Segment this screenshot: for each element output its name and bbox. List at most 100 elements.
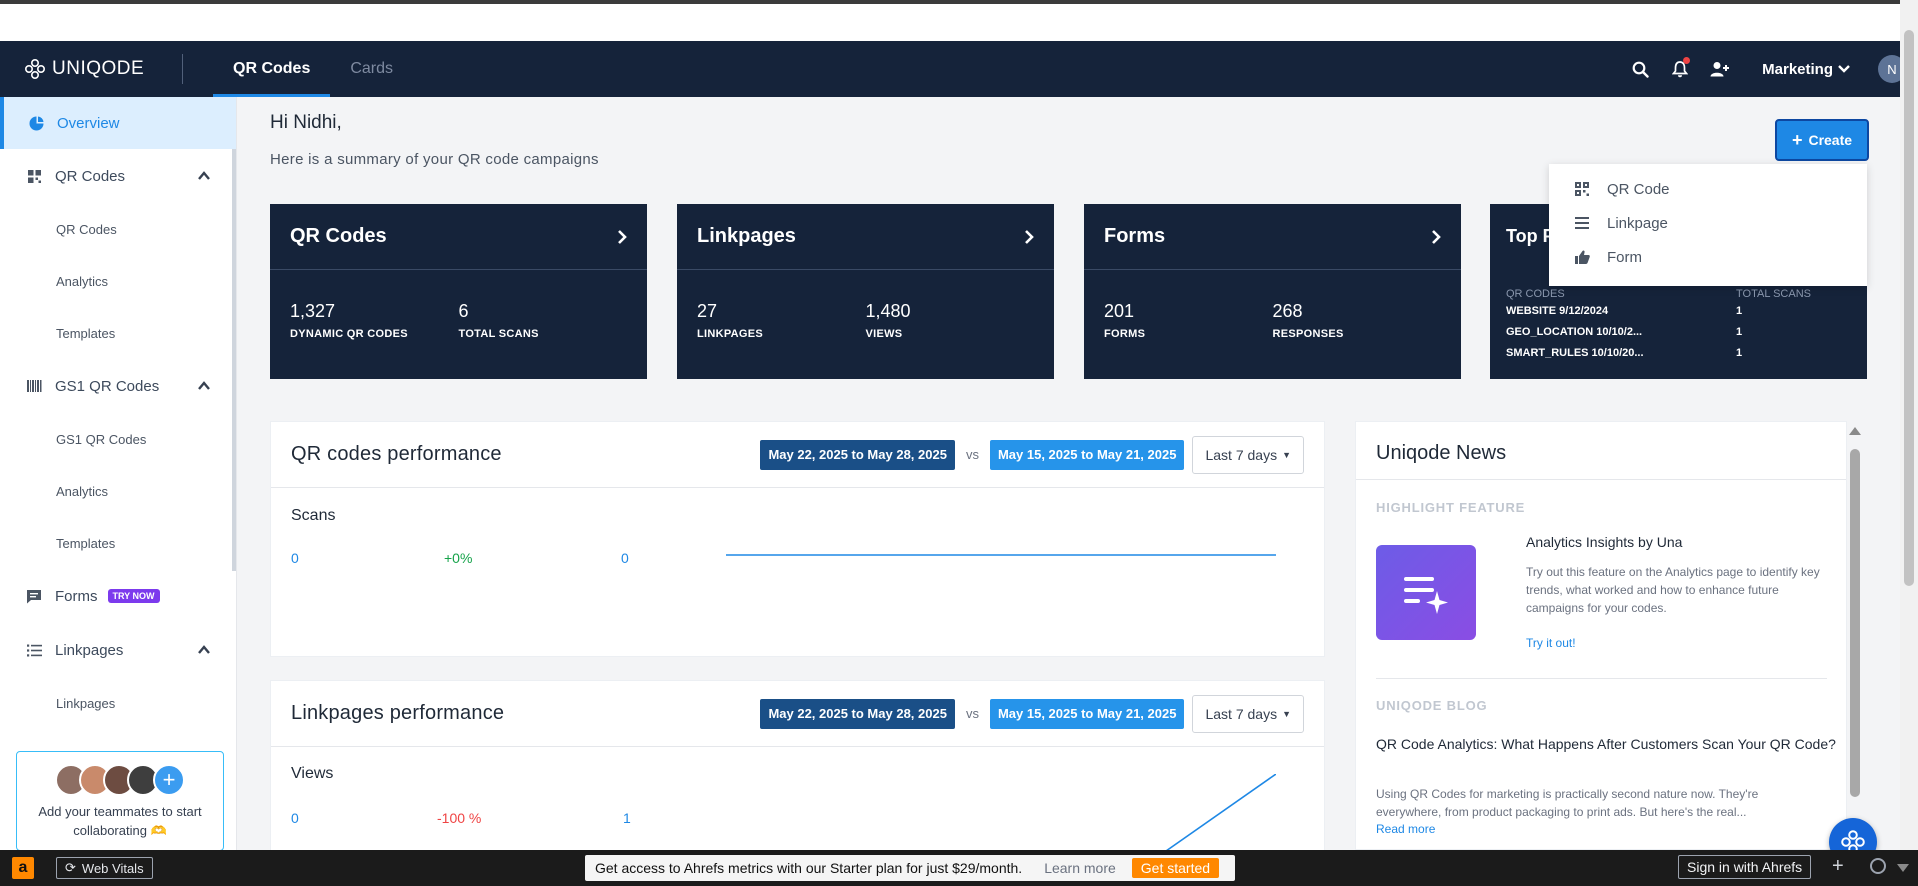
menu-item-form[interactable]: Form xyxy=(1549,240,1867,274)
sidebar-subitem-gs1-qr-codes[interactable]: GS1 QR Codes xyxy=(0,413,236,465)
get-started-button[interactable]: Get started xyxy=(1131,858,1220,878)
news-scrollbar-thumb[interactable] xyxy=(1850,449,1860,797)
metric-current-value: 0 xyxy=(291,550,299,566)
news-title: Uniqode News xyxy=(1376,442,1507,464)
page-scrollbar[interactable] xyxy=(1900,0,1918,850)
tab-cards[interactable]: Cards xyxy=(330,41,413,97)
chevron-right-icon[interactable] xyxy=(617,229,627,245)
chevron-up-icon[interactable] xyxy=(198,380,210,392)
previous-date-range[interactable]: May 15, 2025 to May 21, 2025 xyxy=(989,698,1185,729)
plus-icon: + xyxy=(1791,129,1803,150)
stat-value: 6 xyxy=(458,301,469,321)
menu-item-label: Form xyxy=(1607,248,1642,266)
tab-qr-codes[interactable]: QR Codes xyxy=(213,41,331,97)
add-teammate-icon[interactable]: + xyxy=(153,764,185,796)
create-button-label: Create xyxy=(1808,132,1853,148)
search-icon[interactable] xyxy=(1620,41,1660,97)
stat-label: LINKPAGES xyxy=(697,328,764,340)
views-trend-chart xyxy=(1165,774,1276,851)
qr-grid-icon xyxy=(1573,180,1591,198)
web-vitals-label: Web Vitals xyxy=(81,860,144,876)
period-dropdown[interactable]: Last 7 days ▼ xyxy=(1192,694,1304,733)
chevron-up-icon[interactable] xyxy=(198,644,210,656)
refresh-icon: ⟳ xyxy=(65,860,76,875)
learn-more-link[interactable]: Learn more xyxy=(1044,860,1116,876)
stat-value: 1,480 xyxy=(865,301,911,321)
sidebar-item-gs1-qr-codes[interactable]: GS1 QR Codes xyxy=(0,359,236,413)
chevron-right-icon[interactable] xyxy=(1024,229,1034,245)
feature-title: Analytics Insights by Una xyxy=(1526,534,1683,550)
create-dropdown-menu: QR Code Linkpage Form xyxy=(1549,164,1867,286)
vs-label: vs xyxy=(965,447,979,462)
top-row-name[interactable]: GEO_LOCATION 10/10/2... xyxy=(1506,326,1642,338)
sidebar-subitem-linkpages[interactable]: Linkpages xyxy=(0,677,236,729)
menu-item-linkpage[interactable]: Linkpage xyxy=(1549,206,1867,240)
top-row-scans: 1 xyxy=(1736,326,1743,338)
sidebar-subitem-qr-codes[interactable]: QR Codes xyxy=(0,203,236,255)
current-date-range[interactable]: May 22, 2025 to May 28, 2025 xyxy=(760,439,955,470)
notification-bell-icon[interactable] xyxy=(1660,41,1700,97)
read-more-link[interactable]: Read more xyxy=(1376,822,1435,836)
scroll-up-arrow-icon[interactable] xyxy=(1849,427,1861,435)
stat-card-qr-codes[interactable]: QR Codes 1,327 DYNAMIC QR CODES 6 TOTAL SC… xyxy=(270,204,647,379)
period-dropdown-value: Last 7 days xyxy=(1205,705,1278,722)
top-row-name[interactable]: SMART_RULES 10/10/20... xyxy=(1506,347,1644,359)
sidebar-item-label: Overview xyxy=(57,114,120,132)
scans-trend-chart xyxy=(726,554,1276,556)
current-date-range[interactable]: May 22, 2025 to May 28, 2025 xyxy=(760,698,955,729)
top-card-col-qr-codes: QR CODES xyxy=(1506,288,1565,300)
sidebar-item-forms[interactable]: Forms TRY NOW xyxy=(0,569,236,623)
try-it-out-link[interactable]: Try it out! xyxy=(1526,636,1576,650)
sidebar-item-label: GS1 QR Codes xyxy=(55,377,160,395)
blog-title[interactable]: QR Code Analytics: What Happens After Cu… xyxy=(1376,734,1836,755)
sidebar-subitem-analytics[interactable]: Analytics xyxy=(0,255,236,307)
sidebar-subitem-gs1-analytics[interactable]: Analytics xyxy=(0,465,236,517)
web-vitals-button[interactable]: ⟳ Web Vitals xyxy=(56,857,153,879)
menu-item-qr-code[interactable]: QR Code xyxy=(1549,172,1867,206)
stat-value: 268 xyxy=(1272,301,1303,321)
workspace-name: Marketing xyxy=(1762,60,1833,78)
linkpages-performance-card: Linkpages performance May 22, 2025 to Ma… xyxy=(270,680,1325,851)
notification-dot xyxy=(1683,57,1691,64)
brand-logo[interactable]: UNIQODE xyxy=(0,41,182,97)
chevron-up-icon[interactable] xyxy=(198,170,210,182)
workspace-selector[interactable]: Marketing xyxy=(1762,61,1850,78)
block-icon[interactable] xyxy=(1870,858,1886,874)
stat-card-title: Linkpages xyxy=(697,225,796,247)
chevron-right-icon[interactable] xyxy=(1431,229,1441,245)
analytics-insights-image[interactable] xyxy=(1376,545,1476,640)
teammate-avatars: + xyxy=(17,764,223,796)
browser-chrome xyxy=(0,0,1918,41)
stat-card-forms[interactable]: Forms 201 FORMS 268 RESPONSES xyxy=(1084,204,1461,379)
brand-name: UNIQODE xyxy=(52,58,145,79)
scroll-down-arrow-icon[interactable] xyxy=(1897,864,1909,872)
create-button[interactable]: + Create xyxy=(1775,119,1869,161)
stat-label: TOTAL SCANS xyxy=(458,328,539,340)
news-scrollbar[interactable] xyxy=(1847,421,1863,850)
invite-teammates-card[interactable]: + Add your teammates to start collaborat… xyxy=(16,751,224,850)
ahrefs-toolbar: a ⟳ Web Vitals Get access to Ahrefs metr… xyxy=(0,850,1918,886)
promo-text: Get access to Ahrefs metrics with our St… xyxy=(595,860,1023,876)
sidebar-subitem-gs1-templates[interactable]: Templates xyxy=(0,517,236,569)
top-row-name[interactable]: WEBSITE 9/12/2024 xyxy=(1506,305,1608,317)
stat-label: DYNAMIC QR CODES xyxy=(290,328,408,340)
previous-date-range[interactable]: May 15, 2025 to May 21, 2025 xyxy=(989,439,1185,470)
page-scrollbar-thumb[interactable] xyxy=(1904,30,1914,586)
ahrefs-logo-icon[interactable]: a xyxy=(12,857,34,879)
menu-item-label: Linkpage xyxy=(1607,214,1668,232)
divider xyxy=(1376,678,1827,679)
sidebar-item-linkpages[interactable]: Linkpages xyxy=(0,623,236,677)
try-now-badge: TRY NOW xyxy=(107,589,160,603)
plus-icon[interactable]: + xyxy=(1832,855,1844,878)
menu-lines-icon xyxy=(1573,214,1591,232)
sign-in-ahrefs-button[interactable]: Sign in with Ahrefs xyxy=(1678,855,1812,879)
qr-grid-icon xyxy=(24,166,44,186)
period-dropdown[interactable]: Last 7 days ▼ xyxy=(1192,435,1304,474)
stat-card-linkpages[interactable]: Linkpages 27 LINKPAGES 1,480 VIEWS xyxy=(677,204,1054,379)
sidebar-item-overview[interactable]: Overview xyxy=(0,97,236,149)
sidebar-item-qr-codes[interactable]: QR Codes xyxy=(0,149,236,203)
top-navbar: UNIQODE QR Codes Cards Marketing N xyxy=(0,41,1906,97)
sidebar-subitem-templates[interactable]: Templates xyxy=(0,307,236,359)
add-user-icon[interactable] xyxy=(1700,41,1740,97)
ahrefs-promo-banner: Get access to Ahrefs metrics with our St… xyxy=(585,855,1235,881)
